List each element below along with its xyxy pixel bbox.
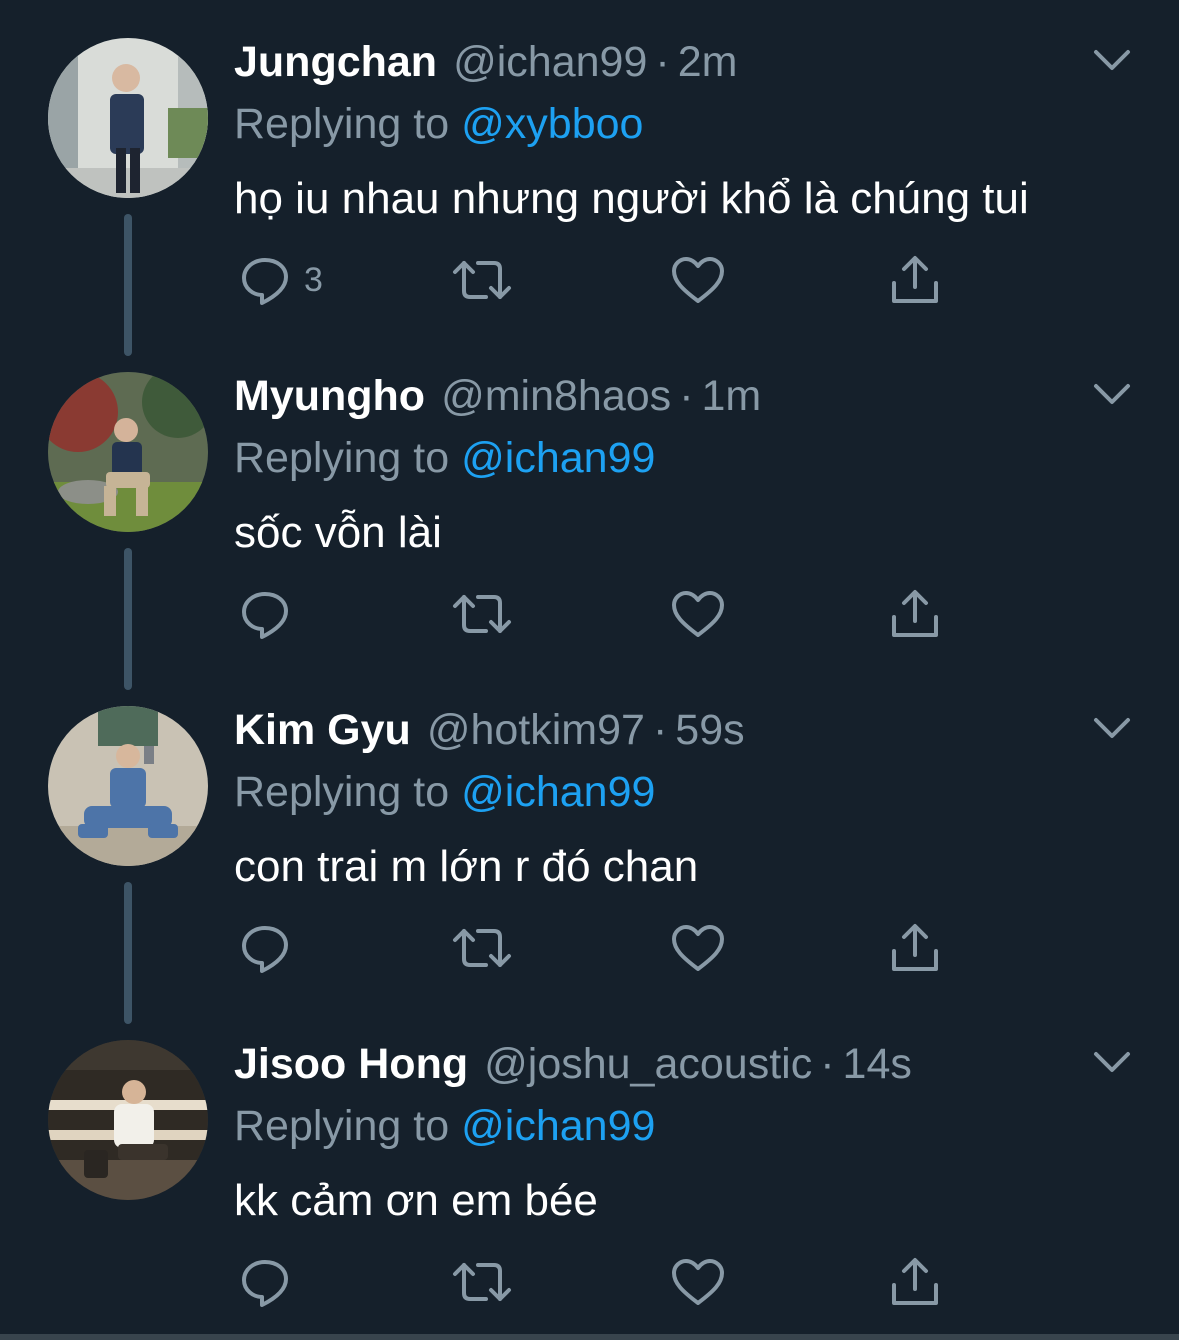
replying-to: Replying to @ichan99 <box>234 430 655 486</box>
reply-count: 3 <box>304 260 323 299</box>
reply-button[interactable]: 3 <box>238 250 323 310</box>
chevron-down-icon[interactable] <box>1090 44 1134 78</box>
tweet-actions <box>234 918 954 978</box>
reply-bubble-icon <box>242 1260 288 1307</box>
avatar[interactable] <box>48 38 208 198</box>
replying-to-label: Replying to <box>234 434 450 482</box>
share-button[interactable] <box>888 1252 942 1312</box>
replying-to: Replying to @xybboo <box>234 96 643 152</box>
share-button[interactable] <box>888 584 942 644</box>
chevron-down-icon[interactable] <box>1090 378 1134 412</box>
avatar[interactable] <box>48 706 208 866</box>
separator-dot: · <box>655 38 670 86</box>
replying-to-handle[interactable]: @ichan99 <box>461 1102 655 1150</box>
share-icon <box>892 924 938 971</box>
replying-to-label: Replying to <box>234 1102 450 1150</box>
tweet-text: con trai m lớn r đó chan <box>234 842 699 891</box>
heart-icon <box>672 925 724 971</box>
separator-dot: · <box>820 1040 835 1088</box>
share-icon <box>892 1258 938 1305</box>
timestamp[interactable]: 1m <box>702 368 762 424</box>
retweet-button[interactable] <box>452 584 512 644</box>
like-button[interactable] <box>670 1252 726 1312</box>
heart-icon <box>672 1259 724 1305</box>
share-button[interactable] <box>888 250 942 310</box>
heart-icon <box>672 257 724 303</box>
avatar[interactable] <box>48 1040 208 1200</box>
user-handle[interactable]: @min8haos <box>441 368 671 424</box>
avatar[interactable] <box>48 372 208 532</box>
user-handle[interactable]: @hotkim97 <box>427 702 645 758</box>
tweet-text: họ iu nhau nhưng người khổ là chúng tui <box>234 174 1029 223</box>
retweet-icon <box>453 929 511 967</box>
tweet[interactable]: Jungchan @ichan99 · 2m Replying to @xybbo… <box>0 0 1179 356</box>
tweet[interactable]: Myungho @min8haos · 1m Replying to @ichan… <box>0 334 1179 690</box>
tweet[interactable]: Jisoo Hong @joshu_acoustic · 14s Replyin… <box>0 1002 1179 1336</box>
reply-button[interactable] <box>238 1252 304 1312</box>
display-name[interactable]: Myungho <box>234 368 425 424</box>
reply-bubble-icon <box>242 592 288 639</box>
retweet-icon <box>453 595 511 633</box>
heart-icon <box>672 591 724 637</box>
tweet-header: Jisoo Hong @joshu_acoustic · 14s <box>234 1036 912 1092</box>
replying-to-handle[interactable]: @ichan99 <box>461 434 655 482</box>
user-handle[interactable]: @ichan99 <box>453 34 647 90</box>
divider <box>0 1334 1179 1340</box>
user-handle[interactable]: @joshu_acoustic <box>484 1036 812 1092</box>
tweet-actions <box>234 1252 954 1312</box>
tweet-text: kk cảm ơn em bée <box>234 1176 598 1225</box>
share-button[interactable] <box>888 918 942 978</box>
share-icon <box>892 256 938 303</box>
tweet-header: Myungho @min8haos · 1m <box>234 368 761 424</box>
separator-dot: · <box>652 706 668 754</box>
timestamp[interactable]: 59s <box>675 702 744 758</box>
retweet-button[interactable] <box>452 918 512 978</box>
replying-to-label: Replying to <box>234 768 450 816</box>
reply-button[interactable] <box>238 918 304 978</box>
chevron-down-icon[interactable] <box>1090 712 1134 746</box>
tweet[interactable]: Kim Gyu @hotkim97 · 59s Replying to @icha… <box>0 668 1179 1024</box>
tweet-text: sốc vỗn lài <box>234 508 442 557</box>
retweet-button[interactable] <box>452 1252 512 1312</box>
replying-to-handle[interactable]: @ichan99 <box>461 768 655 816</box>
replying-to: Replying to @ichan99 <box>234 764 655 820</box>
tweet-header: Kim Gyu @hotkim97 · 59s <box>234 702 745 758</box>
chevron-down-icon[interactable] <box>1090 1046 1134 1080</box>
like-button[interactable] <box>670 584 726 644</box>
tweet-actions <box>234 584 954 644</box>
tweet-actions: 3 <box>234 250 954 310</box>
reply-bubble-icon <box>242 258 288 305</box>
reply-bubble-icon <box>242 926 288 973</box>
retweet-icon <box>453 1263 511 1301</box>
retweet-icon <box>453 261 511 299</box>
display-name[interactable]: Kim Gyu <box>234 702 411 758</box>
like-button[interactable] <box>670 250 726 310</box>
display-name[interactable]: Jisoo Hong <box>234 1036 468 1092</box>
replying-to-label: Replying to <box>234 100 450 148</box>
timestamp[interactable]: 2m <box>678 34 738 90</box>
timestamp[interactable]: 14s <box>843 1036 912 1092</box>
reply-thread: Jungchan @ichan99 · 2m Replying to @xybbo… <box>0 0 1179 1340</box>
share-icon <box>892 590 938 637</box>
retweet-button[interactable] <box>452 250 512 310</box>
separator-dot: · <box>679 372 694 420</box>
like-button[interactable] <box>670 918 726 978</box>
reply-button[interactable] <box>238 584 304 644</box>
replying-to: Replying to @ichan99 <box>234 1098 655 1154</box>
tweet-header: Jungchan @ichan99 · 2m <box>234 34 737 90</box>
display-name[interactable]: Jungchan <box>234 34 437 90</box>
replying-to-handle[interactable]: @xybboo <box>461 100 643 148</box>
